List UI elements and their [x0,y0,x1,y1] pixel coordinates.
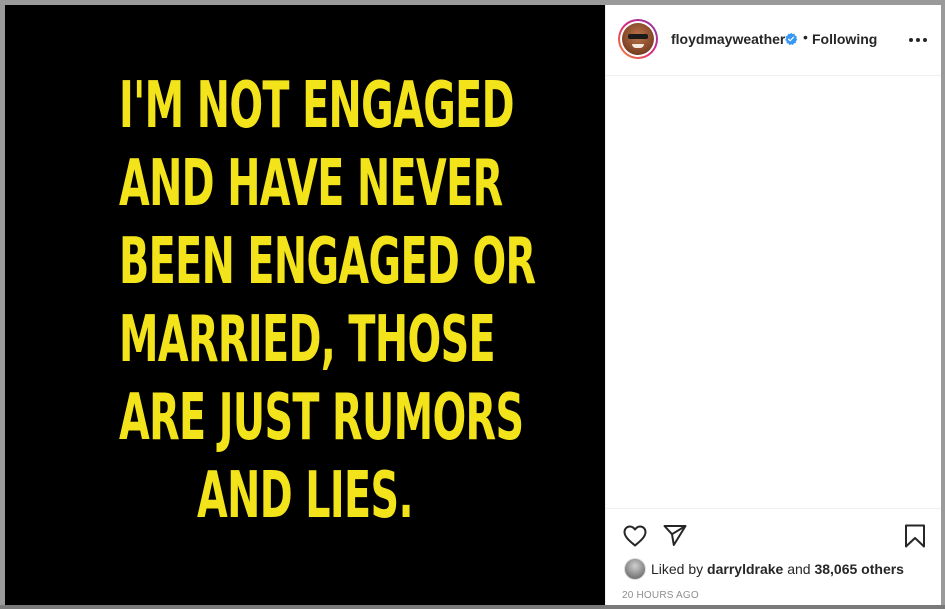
liked-by-avatar[interactable] [624,558,646,580]
likes-count-link[interactable]: 38,065 others [814,561,904,577]
post-image[interactable]: I'M NOT ENGAGED AND HAVE NEVER BEEN ENGA… [5,5,605,605]
heart-icon[interactable] [622,523,648,549]
quote-line: AND HAVE NEVER [119,147,503,221]
quote-text: I'M NOT ENGAGED AND HAVE NEVER BEEN ENGA… [119,67,536,535]
avatar-smile [632,44,644,48]
quote-line: AND LIES. [197,459,414,533]
post-timestamp[interactable]: 20 HOURS AGO [622,590,699,601]
screenshot-frame: I'M NOT ENGAGED AND HAVE NEVER BEEN ENGA… [0,0,945,609]
post-actions-section: Liked by darryldrake and 38,065 others 2… [606,508,941,606]
avatar-photo [622,23,654,55]
quote-line: BEEN ENGAGED OR [119,225,536,299]
bookmark-icon[interactable] [902,523,928,549]
liked-by-prefix: Liked by [651,561,704,577]
profile-avatar[interactable] [618,19,658,59]
avatar-border [620,21,656,57]
avatar-glasses [628,34,648,39]
post-side-panel: floydmayweather • Following Liked by dar… [605,5,941,605]
following-button[interactable]: Following [812,31,877,47]
quote-line: MARRIED, THOSE [119,303,496,377]
comments-area[interactable] [606,76,941,509]
quote-line: ARE JUST RUMORS [119,381,524,455]
quote-line: I'M NOT ENGAGED [119,69,515,143]
post-header: floydmayweather • Following [606,5,941,76]
verified-badge-icon [785,32,798,46]
liked-by-text: Liked by darryldrake and 38,065 others [651,561,904,577]
username-link[interactable]: floydmayweather [671,31,785,47]
header-separator: • [803,29,808,45]
paper-plane-icon[interactable] [662,523,688,549]
liked-by-connector: and [787,561,811,577]
liked-by-user-link[interactable]: darryldrake [707,561,783,577]
more-options-icon[interactable] [906,30,930,50]
bottom-edge [0,605,945,609]
